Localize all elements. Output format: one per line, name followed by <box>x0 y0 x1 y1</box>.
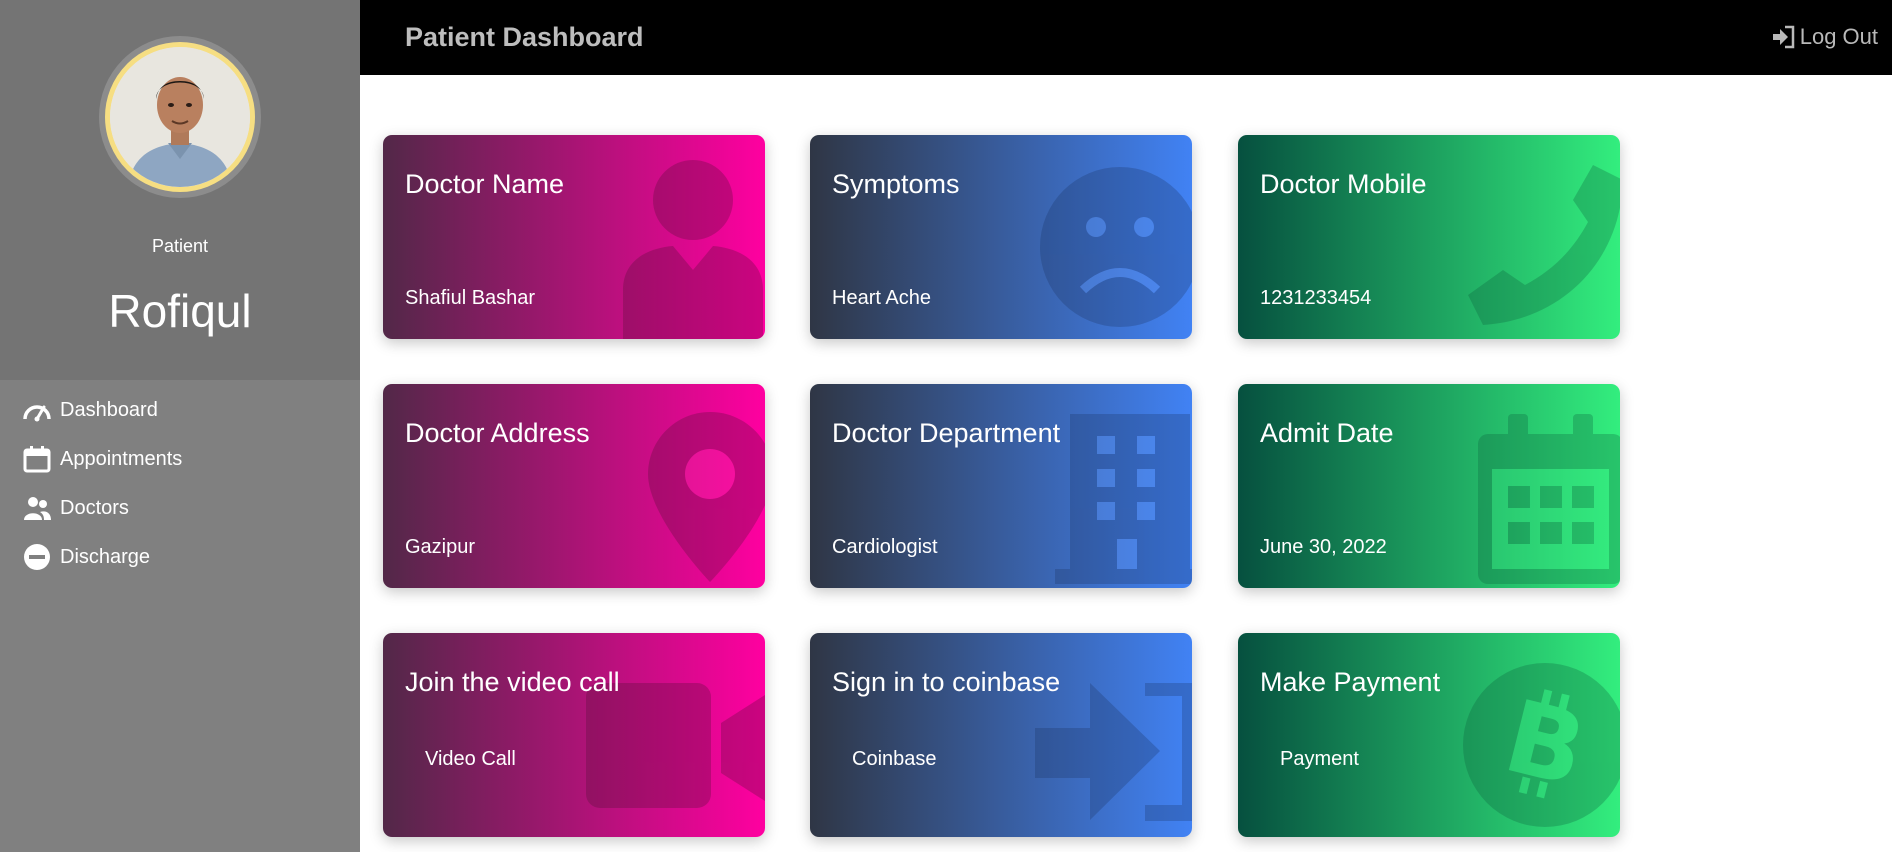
card-doctor-address: Doctor Address Gazipur <box>383 384 765 588</box>
sidebar-item-appointments[interactable]: Appointments <box>22 444 183 496</box>
speedometer-icon <box>22 395 52 425</box>
sidebar-item-discharge[interactable]: Discharge <box>22 542 182 594</box>
sidebar-item-label: Discharge <box>60 546 151 568</box>
profile-name: Rofiqul <box>108 285 252 337</box>
sad-face-icon <box>1040 167 1192 327</box>
doctor-icon <box>623 160 763 339</box>
logout-button[interactable]: Log Out <box>1771 24 1878 50</box>
card-doctor-mobile: Doctor Mobile 1231233454 <box>1238 135 1620 339</box>
sidebar-item-label: Appointments <box>60 448 183 470</box>
sidebar-item-doctors[interactable]: Doctors <box>22 496 182 545</box>
sidebar-item-dashboard[interactable]: Dashboard <box>22 398 182 447</box>
card-value: Gazipur <box>405 536 476 558</box>
card-title: Admit Date <box>1260 418 1394 448</box>
users-icon <box>22 493 52 523</box>
card-symptoms: Symptoms Heart Ache <box>810 135 1192 339</box>
sidebar: Patient Rofiqul Dashboard Appointments D… <box>0 0 360 852</box>
card-payment: B Make Payment Payment <box>1238 633 1620 837</box>
calendar-icon <box>22 444 52 474</box>
building-icon <box>1055 414 1192 584</box>
card-video-call: Join the video call Video Call <box>383 633 765 837</box>
card-value: Cardiologist <box>832 536 938 558</box>
sign-in-icon <box>1035 683 1192 821</box>
calendar-icon <box>1478 414 1620 584</box>
coinbase-link[interactable]: Coinbase <box>852 748 937 771</box>
avatar <box>105 42 255 192</box>
card-title: Make Payment <box>1260 667 1441 697</box>
card-title: Doctor Department <box>832 418 1061 448</box>
top-bar: Patient Dashboard Log Out <box>360 0 1892 75</box>
card-value: Heart Ache <box>832 287 931 309</box>
card-doctor-department: Doctor Department Cardiologist <box>810 384 1192 588</box>
avatar-ring <box>99 36 261 198</box>
video-camera-icon <box>586 683 765 808</box>
payment-link[interactable]: Payment <box>1280 748 1359 771</box>
page-title: Patient Dashboard <box>405 22 644 52</box>
card-value: 1231233454 <box>1260 287 1372 309</box>
minus-circle-icon <box>22 542 52 572</box>
phone-icon <box>1468 165 1620 325</box>
card-value: Shafiul Bashar <box>405 287 536 309</box>
sidebar-item-label: Doctors <box>60 497 129 519</box>
map-pin-icon <box>648 412 765 582</box>
card-title: Join the video call <box>405 667 620 697</box>
sidebar-item-label: Dashboard <box>60 399 158 421</box>
logout-label: Log Out <box>1799 24 1878 49</box>
card-value: June 30, 2022 <box>1260 536 1387 558</box>
card-title: Symptoms <box>832 169 960 199</box>
bitcoin-icon: B <box>1463 663 1620 827</box>
card-title: Doctor Mobile <box>1260 169 1427 199</box>
card-title: Doctor Name <box>405 169 565 199</box>
card-title: Doctor Address <box>405 418 590 448</box>
profile-role: Patient <box>151 236 209 256</box>
card-coinbase: Sign in to coinbase Coinbase <box>810 633 1192 837</box>
card-title: Sign in to coinbase <box>832 667 1061 697</box>
card-doctor-name: Doctor Name Shafiul Bashar <box>383 135 765 339</box>
sidebar-nav: Dashboard Appointments Doctors Discharge <box>22 398 182 594</box>
video-call-link[interactable]: Video Call <box>425 748 516 771</box>
sign-out-icon <box>1771 24 1797 50</box>
card-admit-date: Admit Date June 30, 2022 <box>1238 384 1620 588</box>
profile-panel: Patient Rofiqul <box>0 0 360 380</box>
